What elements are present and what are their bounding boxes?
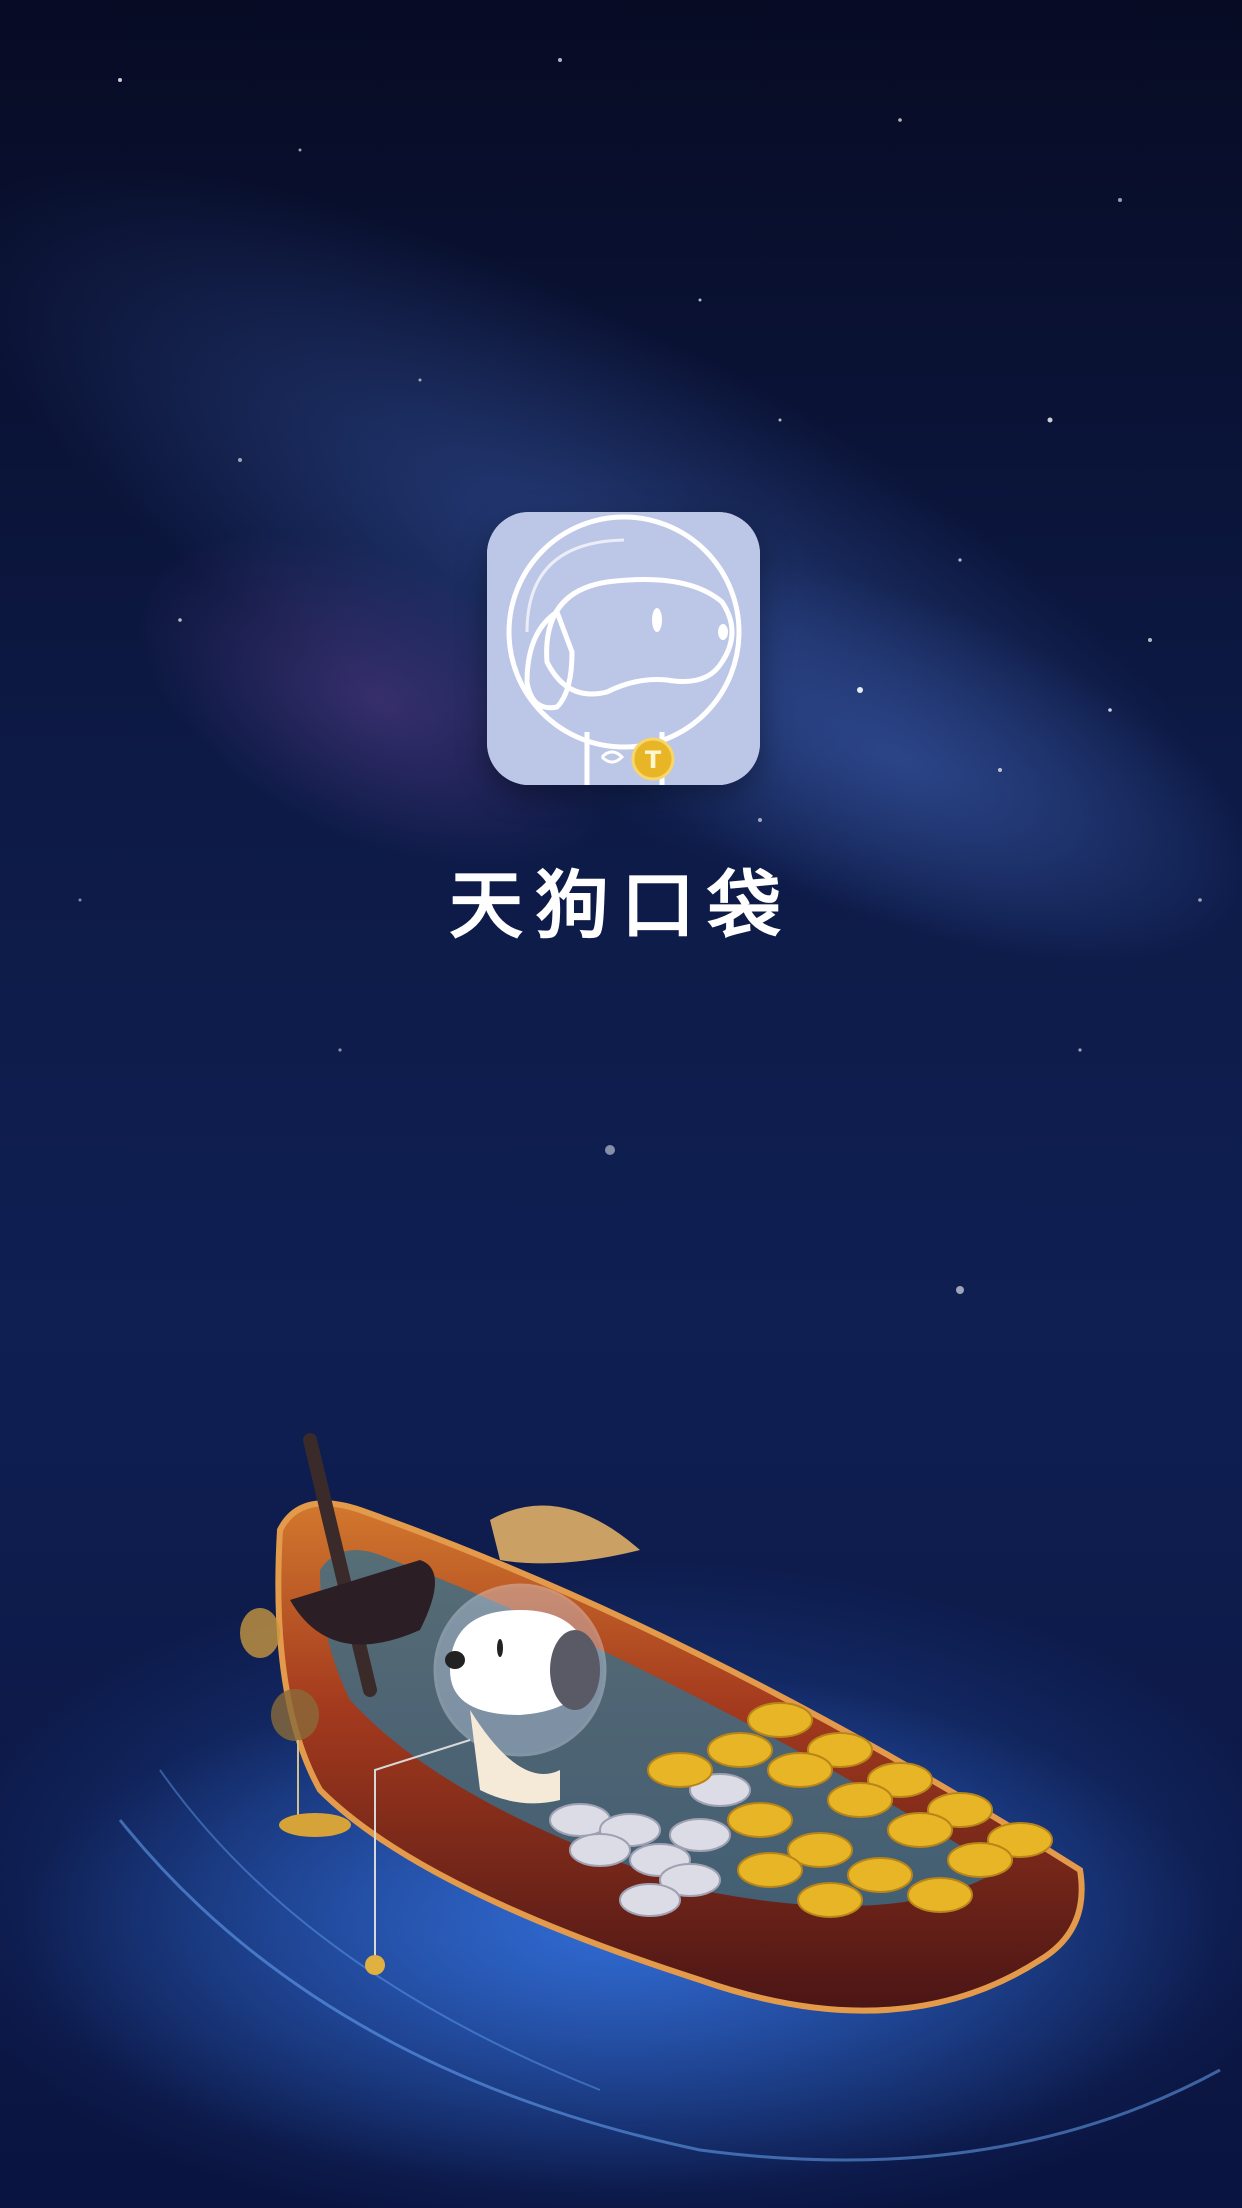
app-name-title: 天狗口袋	[449, 863, 793, 949]
app-logo: T	[487, 512, 760, 785]
boat-scene-illustration	[0, 1370, 1242, 2208]
svg-text:T: T	[645, 746, 662, 774]
astronaut-dog-icon: T	[487, 512, 760, 785]
